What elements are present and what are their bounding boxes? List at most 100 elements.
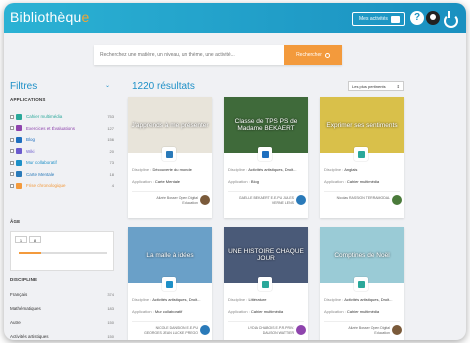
discipline-filter-item[interactable]: Activités artistiques 150 — [10, 329, 114, 340]
checkbox[interactable] — [10, 114, 14, 119]
app-badge-icon — [258, 147, 272, 161]
app-filter-label: Carte Mentale — [26, 171, 55, 177]
application-value: Blog — [250, 179, 259, 184]
discipline-label: Français — [10, 291, 28, 297]
card-thumbnail[interactable]: J'apprends à me présenter — [128, 97, 212, 153]
app-icon — [261, 150, 269, 158]
card-thumbnail[interactable]: Classe de TPS PS de Madame BEKAERT — [224, 97, 308, 153]
card-thumbnail[interactable]: Comptines de Noël — [320, 227, 404, 283]
app-filter-count: 156 — [107, 137, 114, 143]
application-value: Cahier multimédia — [250, 309, 284, 314]
avatar[interactable] — [392, 325, 402, 335]
app-icon — [357, 280, 365, 288]
discipline-list: Français 374 Mathématiques 183 Autre 150 Activ… — [10, 287, 114, 340]
app-filter-item[interactable]: Exercices et Évaluations 127 — [10, 123, 114, 135]
user-icon[interactable] — [426, 11, 440, 25]
card-application: Application : Cahier multimédia — [228, 309, 306, 314]
avatar[interactable] — [296, 195, 306, 205]
app-filter-item[interactable]: Carte Mentale 18 — [10, 169, 114, 181]
activity-card[interactable]: Comptines de Noël Discipline : Activités … — [320, 227, 404, 340]
activity-card[interactable]: Exprimer ses sentiments Discipline : Angl… — [320, 97, 404, 218]
discipline-label: Discipline : — [228, 167, 249, 172]
results-count: 1220 résultats — [132, 81, 195, 92]
activity-card[interactable]: Classe de TPS PS de Madame BEKAERT Discip… — [224, 97, 308, 218]
discipline-label: Mathématiques — [10, 305, 41, 311]
age-slider-fill[interactable] — [19, 252, 41, 254]
activity-card[interactable]: J'apprends à me présenter Discipline : Dé… — [128, 97, 212, 218]
application-value: Cahier multimédia — [346, 309, 380, 314]
app-filter-item[interactable]: Frise chronologique 4 — [10, 180, 114, 192]
app-filter-item[interactable]: Cahier multimédia 753 — [10, 111, 114, 123]
app-filter-item[interactable]: Blog 156 — [10, 134, 114, 146]
app-badge-icon — [258, 277, 272, 291]
checkbox[interactable] — [10, 137, 14, 142]
card-discipline: Discipline : Activités artistiques, Droi… — [228, 167, 306, 172]
card-author: LYDIA CHABOIS E.P.R.PRIV. DAUSON WATTIER — [248, 326, 294, 335]
age-title: ÂGE — [10, 219, 21, 224]
avatar[interactable] — [200, 195, 210, 205]
discipline-title: DISCIPLINE — [10, 277, 38, 282]
chevron-down-icon: ⇕ — [396, 83, 400, 89]
card-title: Classe de TPS PS de Madame BEKAERT — [234, 118, 298, 132]
discipline-value: Découverte du monde — [152, 167, 192, 172]
card-divider — [132, 191, 208, 192]
chevron-down-icon[interactable]: ⌄ — [105, 82, 110, 89]
app-icon — [165, 280, 173, 288]
help-icon[interactable]: ? — [410, 11, 424, 25]
checkbox[interactable] — [10, 172, 14, 177]
card-title: J'apprends à me présenter — [131, 121, 209, 129]
my-activities-button[interactable]: Mes activités — [352, 12, 405, 26]
search-button[interactable]: Rechercher — [284, 45, 342, 65]
age-max-input[interactable]: 8 — [29, 236, 41, 243]
card-thumbnail[interactable]: La malle à idées — [128, 227, 212, 283]
checkbox[interactable] — [10, 126, 14, 131]
applications-title: APPLICATIONS — [10, 97, 46, 102]
activity-card[interactable]: UNE HISTOIRE CHAQUE JOUR Discipline : Lit… — [224, 227, 308, 340]
app-filter-label: Frise chronologique — [26, 183, 66, 189]
search-input[interactable] — [94, 45, 284, 65]
discipline-label: Activités artistiques — [10, 333, 49, 339]
card-author: Nicolas RASSION TERRAMODAL — [336, 196, 390, 200]
card-title: UNE HISTOIRE CHAQUE JOUR — [228, 248, 304, 262]
discipline-filter-item[interactable]: Mathématiques 183 — [10, 301, 114, 315]
checkbox[interactable] — [10, 160, 14, 165]
discipline-filter-item[interactable]: Autre 150 — [10, 315, 114, 329]
activity-card[interactable]: La malle à idées Discipline : Activités a… — [128, 227, 212, 340]
app-icon — [16, 113, 22, 120]
card-thumbnail[interactable]: Exprimer ses sentiments — [320, 97, 404, 153]
card-application: Application : Mur collaboratif — [132, 309, 210, 314]
card-divider — [324, 191, 400, 192]
application-label: Application : — [324, 179, 347, 184]
card-author: GAELLE BEKAERT E.E.PU JULES VERNE LENS — [238, 196, 294, 205]
discipline-value: Activités artistiques, Droit... — [152, 297, 201, 302]
application-value: Mur collaboratif — [154, 309, 183, 314]
card-thumbnail[interactable]: UNE HISTOIRE CHAQUE JOUR — [224, 227, 308, 283]
avatar[interactable] — [296, 325, 306, 335]
app-filter-count: 20 — [109, 148, 114, 154]
application-value: Carte Mentale — [154, 179, 181, 184]
app-filter-item[interactable]: Wiki 20 — [10, 146, 114, 158]
app-icon — [16, 148, 22, 155]
application-label: Application : — [324, 309, 347, 314]
sort-select[interactable]: Les plus pertinents ⇕ — [348, 81, 404, 91]
avatar[interactable] — [200, 325, 210, 335]
discipline-label: Discipline : — [132, 297, 153, 302]
app-badge-icon — [354, 147, 368, 161]
checkbox[interactable] — [10, 149, 14, 154]
card-discipline: Discipline : Littérature — [228, 297, 306, 302]
brand-logo[interactable]: Bibliothèque — [10, 9, 89, 25]
card-divider — [324, 321, 400, 322]
card-divider — [132, 321, 208, 322]
avatar[interactable] — [392, 195, 402, 205]
app-filter-item[interactable]: Mur collaboratif 73 — [10, 157, 114, 169]
age-min-input[interactable]: 1 — [15, 236, 27, 243]
discipline-label: Discipline : — [324, 297, 345, 302]
app-filter-count: 127 — [107, 125, 114, 131]
card-application: Application : Blog — [228, 179, 306, 184]
checkbox[interactable] — [10, 183, 14, 188]
discipline-filter-item[interactable]: Français 374 — [10, 287, 114, 301]
power-icon[interactable] — [442, 11, 458, 28]
app-filter-label: Mur collaboratif — [26, 160, 57, 166]
app-filter-count: 753 — [107, 114, 114, 120]
application-value: Cahier multimédia — [346, 179, 380, 184]
